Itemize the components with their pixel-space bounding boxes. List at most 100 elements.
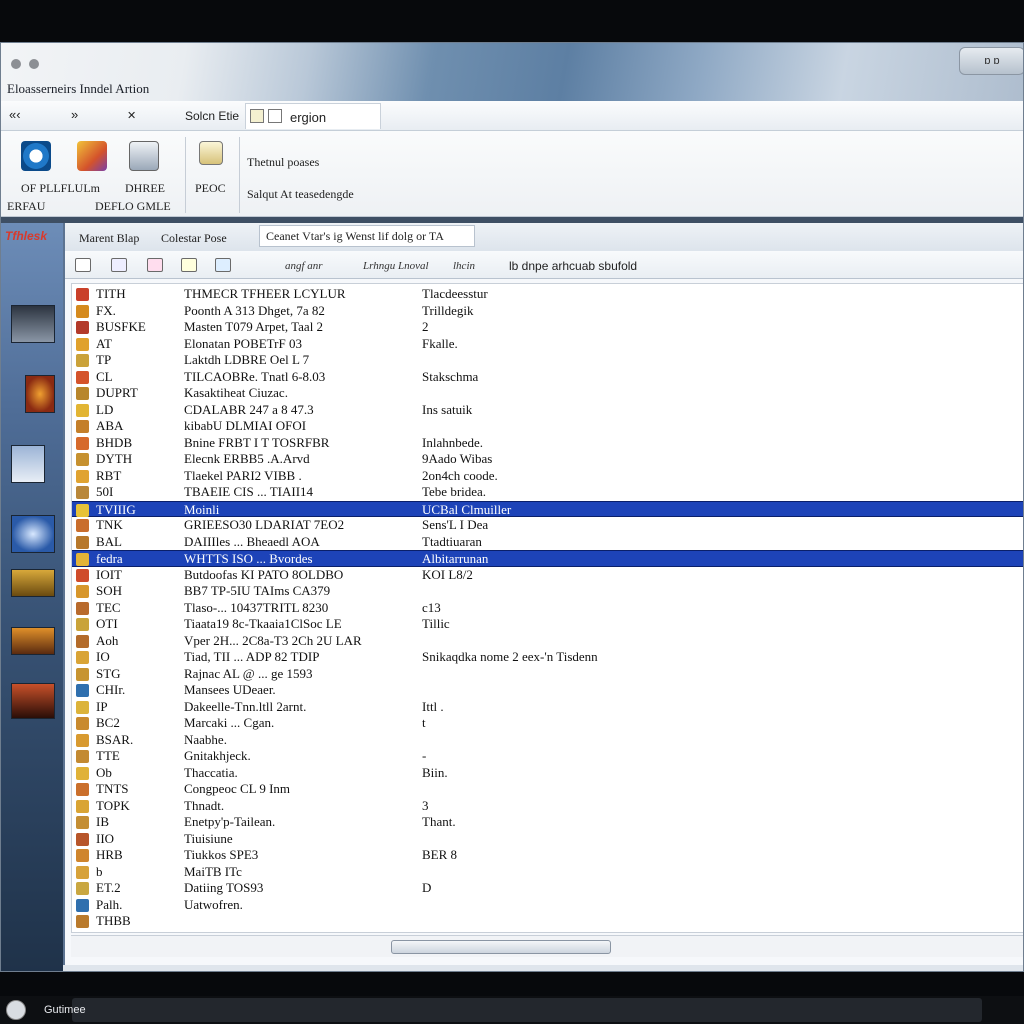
address-tab[interactable]: ergion: [245, 103, 381, 129]
tab-colestar-pose[interactable]: Colestar Pose: [161, 231, 227, 246]
menu-button[interactable]: ✕: [127, 109, 136, 122]
list-item[interactable]: STG Rajnac AL @ ... ge 1593: [72, 666, 1023, 683]
cell-c2: Tlaekel PARI2 VIBB .: [184, 467, 302, 483]
search-input[interactable]: Ceanet Vtar's ig Wenst lif dolg or TA: [259, 225, 475, 247]
list-item[interactable]: FX. Poonth A 313 Dhget, 7a 82 Trilldegik: [72, 303, 1023, 320]
tool-label-1[interactable]: angf anr: [285, 260, 323, 272]
thumbnail-4[interactable]: [11, 515, 55, 553]
list-item[interactable]: ET.2 Datiing TOS93 D: [72, 880, 1023, 897]
list-item[interactable]: BC2 Marcaki ... Cgan. t: [72, 715, 1023, 732]
list-item[interactable]: SOH BB7 TP-5IU TAIms CA379: [72, 583, 1023, 600]
list-item[interactable]: BSAR. Naabhe.: [72, 732, 1023, 749]
cell-c1: BUSFKE: [96, 319, 146, 334]
thumbnail-7[interactable]: [11, 683, 55, 719]
thumbnail-1[interactable]: [11, 305, 55, 343]
cell-c2: Tiad, TII ... ADP 82 TDIP: [184, 649, 320, 664]
thumbnail-3[interactable]: [11, 445, 45, 483]
file-icon: [76, 634, 89, 648]
user-icon[interactable]: [111, 258, 127, 272]
gallery-icon[interactable]: [129, 141, 159, 171]
list-item[interactable]: ABA kibabU DLMIAI OFOI: [72, 418, 1023, 435]
list-item[interactable]: fedra WHTTS ISO ... Bvordes Albitarrunan: [72, 550, 1023, 567]
tab-marent-blap[interactable]: Marent Blap: [79, 231, 139, 246]
list-item[interactable]: HRB Tiukkos SPE3 BER 8: [72, 847, 1023, 864]
list-item[interactable]: TTE Gnitakhjeck. -: [72, 748, 1023, 765]
cell-c2: Masten T079 Arpet, Taal 2: [184, 319, 324, 334]
list-item[interactable]: IOIT Butdoofas KI PATO 8OLDBO KOI L8/2: [72, 567, 1023, 584]
list-item[interactable]: 50I TBAEIE CIS ... TIAII14 Tebe bridea.: [72, 484, 1023, 501]
thumbnail-5[interactable]: [11, 569, 55, 597]
file-icon: [76, 370, 89, 384]
list-item[interactable]: CHIr. Mansees UDeaer.: [72, 682, 1023, 699]
cell-c1: ET.2: [96, 880, 121, 895]
link-icon[interactable]: [147, 258, 163, 272]
list-item[interactable]: THBB: [72, 913, 1023, 930]
thumbnail-6[interactable]: [11, 627, 55, 655]
list-item[interactable]: Ob Thaccatia. Biin.: [72, 764, 1023, 782]
cell-c2: kibabU DLMIAI OFOI: [184, 418, 307, 433]
list-item[interactable]: TITH THMECR TFHEER LCYLUR Tlacdeesstur: [72, 286, 1023, 303]
list-item[interactable]: TEC Tlaso-... 10437TRITL 8230 c13: [72, 599, 1023, 617]
cell-c2: Gnitakhjeck.: [184, 748, 251, 763]
cell-c2: WHTTS ISO ... Bvordes: [184, 551, 313, 566]
cell-c3: 2: [422, 319, 429, 334]
explorer-panel: Marent Blap Colestar Pose Ceanet Vtar's …: [63, 223, 1023, 965]
forward-button[interactable]: »: [71, 107, 78, 122]
back-button[interactable]: «‹: [9, 107, 21, 122]
list-item[interactable]: TOPK Thnadt. 3: [72, 798, 1023, 815]
cell-c3: BER 8: [422, 847, 458, 862]
cell-c1: TEC: [96, 599, 121, 615]
list-item[interactable]: b MaiTB ITc: [72, 864, 1023, 881]
list-item[interactable]: CL TILCAOBRe. Tnatl 6-8.03 Stakschma: [72, 369, 1023, 386]
start-icon[interactable]: [6, 1000, 26, 1020]
thumbnail-2[interactable]: [25, 375, 55, 413]
file-icon: [76, 387, 89, 400]
tool-label-2[interactable]: Lrhngu Lnoval: [363, 260, 429, 272]
tool-label-3[interactable]: lhcin: [453, 260, 475, 272]
list-item[interactable]: TP Laktdh LDBRE Oel L 7: [72, 352, 1023, 369]
title-bar[interactable]: Eloasserneirs Inndel Artion ɒ ɒ: [1, 43, 1023, 101]
scrollbar-thumb[interactable]: [391, 940, 611, 954]
list-item[interactable]: IB Enetpy'p-Tailean. Thant.: [72, 814, 1023, 831]
refresh-icon[interactable]: [75, 258, 91, 272]
list-item[interactable]: AT Elonatan POBETrF 03 Fkalle.: [72, 336, 1023, 353]
list-item[interactable]: BAL DAIIIles ... Bheaedl AOA Ttadtiuaran: [72, 533, 1023, 551]
file-icon: [76, 783, 89, 796]
cell-c1: BAL: [96, 533, 122, 549]
browser-icon[interactable]: [21, 141, 51, 171]
file-icon: [76, 568, 89, 582]
cell-c3: Tebe bridea.: [422, 484, 487, 499]
folder-icon[interactable]: [181, 258, 197, 272]
paint-icon[interactable]: [77, 141, 107, 171]
edit-icon[interactable]: [215, 258, 231, 272]
list-item[interactable]: BHDB Bnine FRBT I T TOSRFBR Inlahnbede.: [72, 434, 1023, 452]
list-item[interactable]: IO Tiad, TII ... ADP 82 TDIP Snikaqdka nom…: [72, 649, 1023, 666]
list-item[interactable]: BUSFKE Masten T079 Arpet, Taal 2 2: [72, 319, 1023, 336]
list-item[interactable]: RBT Tlaekel PARI2 VIBB . 2on4ch coode.: [72, 467, 1023, 485]
list-item[interactable]: DUPRT Kasaktiheat Ciuzac.: [72, 385, 1023, 402]
clipboard-icon[interactable]: [199, 141, 223, 165]
cell-c3: 2on4ch coode.: [422, 467, 498, 483]
file-icon: [76, 519, 89, 532]
close-dot-icon[interactable]: [11, 59, 21, 69]
list-item[interactable]: Palh. Uatwofren.: [72, 897, 1023, 914]
window-controls-button[interactable]: ɒ ɒ: [959, 47, 1023, 75]
minimize-dot-icon[interactable]: [29, 59, 39, 69]
horizontal-scrollbar[interactable]: [71, 935, 1023, 957]
cell-c2: Bnine FRBT I T TOSRFBR: [184, 434, 330, 450]
list-item[interactable]: OTI Tiaata19 8c-Tkaaia1ClSoc LE Tillic: [72, 616, 1023, 633]
list-item[interactable]: Aoh Vper 2H... 2C8a-T3 2Ch 2U LAR: [72, 633, 1023, 650]
list-item[interactable]: TVIIIG Moinli UCBal Clmuiller: [72, 500, 1023, 517]
list-item[interactable]: IIO Tiuisiune: [72, 831, 1023, 848]
list-item[interactable]: TNK GRIEESO30 LDARIAT 7EO2 Sens'L I Dea: [72, 517, 1023, 534]
taskbar-area[interactable]: [72, 998, 982, 1022]
file-icon: [76, 403, 89, 417]
list-item[interactable]: DYTH Elecnk ERBB5 .A.Arvd 9Aado Wibas: [72, 451, 1023, 468]
address-text: ergion: [290, 110, 327, 125]
list-item[interactable]: LD CDALABR 247 a 8 47.3 Ins satuik: [72, 402, 1023, 419]
list-item[interactable]: IP Dakeelle-Tnn.ltll 2arnt. Ittl .: [72, 699, 1023, 716]
cell-c1: Ob: [96, 764, 112, 780]
list-item[interactable]: TNTS Congpeoc CL 9 Inm: [72, 781, 1023, 798]
taskbar-label[interactable]: Gutimee: [44, 1004, 86, 1016]
search-label[interactable]: Solcn Etie: [185, 109, 239, 123]
